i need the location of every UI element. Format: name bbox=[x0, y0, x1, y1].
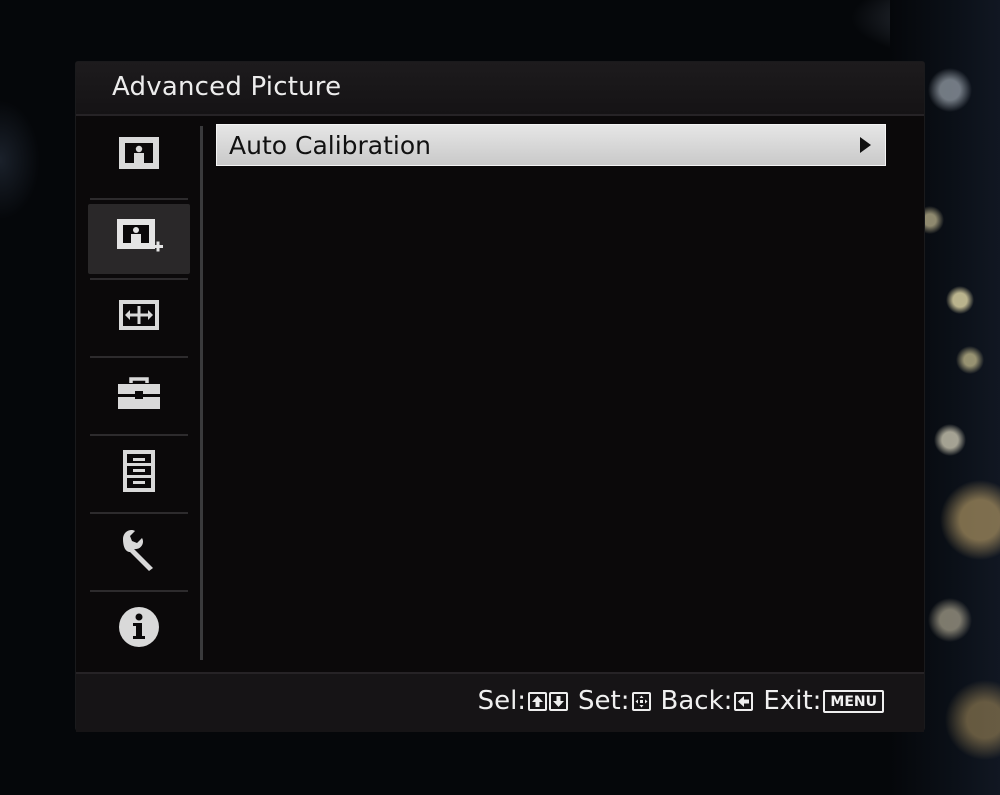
exit-hint-label: Exit: bbox=[763, 686, 822, 716]
category-divider bbox=[90, 356, 188, 358]
menu-item-auto-calibration[interactable]: Auto Calibration bbox=[216, 124, 886, 166]
category-divider bbox=[90, 198, 188, 200]
category-information[interactable] bbox=[88, 594, 190, 664]
category-divider bbox=[90, 512, 188, 514]
wrench-icon bbox=[117, 527, 161, 575]
toolbox-icon bbox=[116, 375, 162, 415]
category-screen[interactable] bbox=[88, 282, 190, 352]
background-glow bbox=[0, 100, 40, 220]
down-arrow-key-icon bbox=[549, 691, 569, 711]
submenu-arrow-icon bbox=[860, 137, 871, 153]
category-sidebar bbox=[76, 116, 202, 671]
category-setup[interactable] bbox=[88, 360, 190, 430]
page-title: Advanced Picture bbox=[112, 72, 342, 102]
sel-hint-label: Sel: bbox=[477, 686, 527, 716]
enter-key-icon bbox=[631, 691, 651, 711]
category-settings[interactable] bbox=[88, 516, 190, 586]
list-icon bbox=[119, 448, 159, 498]
osd-menu-panel: Advanced Picture Auto Calibration Sel: S… bbox=[76, 62, 924, 732]
sidebar-divider bbox=[200, 126, 203, 660]
category-divider bbox=[90, 278, 188, 280]
left-arrow-key-icon bbox=[734, 691, 754, 711]
menu-key-badge: MENU bbox=[823, 689, 884, 713]
screen-icon bbox=[117, 298, 161, 336]
advanced-picture-icon bbox=[115, 217, 163, 261]
menu-list: Auto Calibration bbox=[216, 124, 888, 168]
category-advanced-picture[interactable] bbox=[88, 204, 190, 274]
category-picture[interactable] bbox=[88, 120, 190, 190]
info-icon bbox=[117, 605, 161, 653]
picture-icon bbox=[117, 135, 161, 175]
category-divider bbox=[90, 434, 188, 436]
menu-item-label: Auto Calibration bbox=[229, 131, 432, 160]
category-options[interactable] bbox=[88, 438, 190, 508]
title-bar: Advanced Picture bbox=[76, 62, 924, 116]
back-hint-label: Back: bbox=[660, 686, 733, 716]
footer-hints: Sel: Set: Back: Exit: MENU bbox=[76, 672, 924, 732]
set-hint-label: Set: bbox=[578, 686, 630, 716]
category-divider bbox=[90, 590, 188, 592]
up-arrow-key-icon bbox=[528, 691, 548, 711]
